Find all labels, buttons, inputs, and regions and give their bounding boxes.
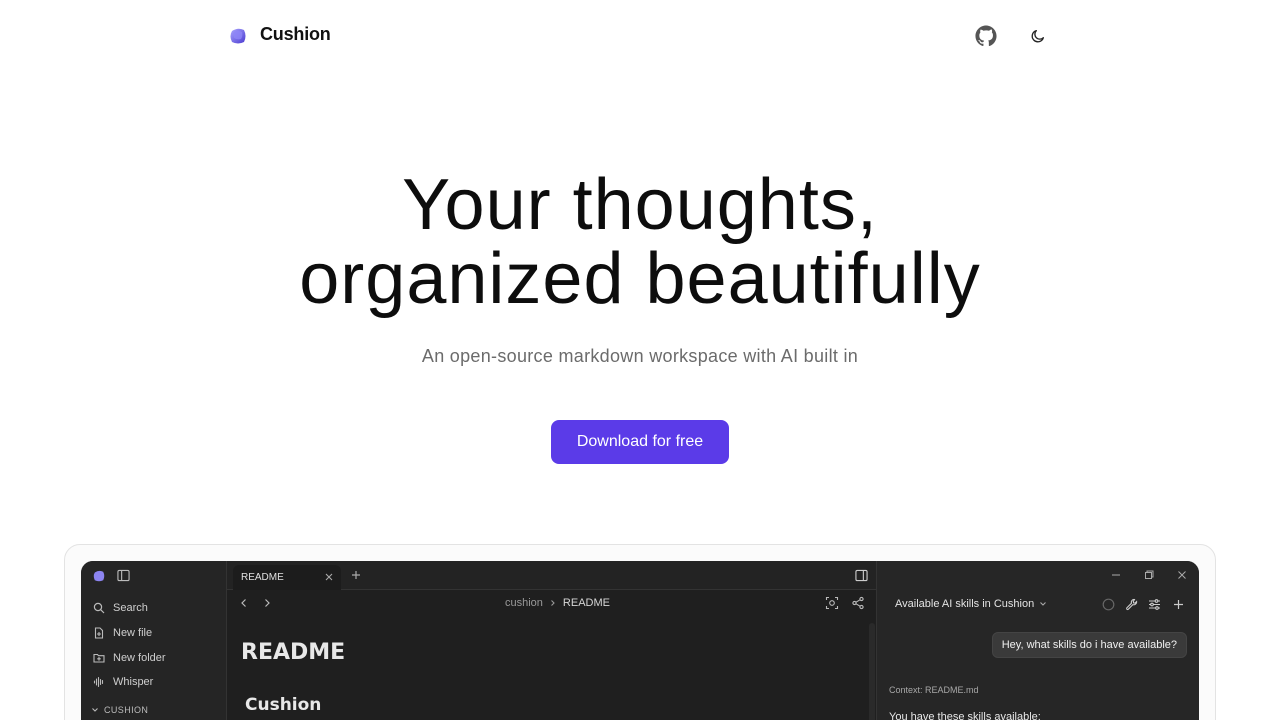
tab-label: README — [241, 572, 284, 583]
hero-subtitle: An open-source markdown workspace with A… — [421, 346, 859, 366]
app-preview: Search New file New folder Whisper CUSHI… — [81, 561, 1199, 720]
sidebar-section-cushion[interactable]: CUSHION — [91, 705, 148, 715]
cushion-logo-icon — [93, 570, 105, 582]
github-icon — [975, 25, 997, 47]
hero-title-line-1: Your thoughts, — [402, 165, 878, 245]
sidebar-item-new-file[interactable]: New file — [93, 623, 152, 643]
sliders-icon[interactable] — [1148, 598, 1161, 611]
share-icon[interactable] — [851, 596, 865, 610]
download-button[interactable]: Download for free — [551, 420, 729, 464]
sidebar-item-label: New file — [113, 627, 153, 639]
brand-name[interactable]: Cushion — [260, 24, 331, 45]
sidebar-item-search[interactable]: Search — [93, 598, 148, 618]
wrench-icon[interactable] — [1125, 598, 1138, 611]
cushion-logo-icon[interactable] — [228, 26, 248, 46]
tab-bar: README — [227, 561, 876, 590]
editor-scrollbar[interactable] — [869, 623, 875, 720]
theme-toggle-button[interactable] — [1026, 24, 1050, 48]
site-header: Cushion — [0, 0, 1280, 72]
document-heading[interactable]: Cushion — [245, 695, 321, 715]
plus-icon[interactable] — [349, 568, 363, 582]
ai-conversation-selector[interactable]: Available AI skills in Cushion — [895, 598, 1047, 610]
minimize-icon[interactable] — [1110, 569, 1122, 581]
sidebar-item-new-folder[interactable]: New folder — [93, 648, 166, 668]
new-chat-plus-icon[interactable] — [1172, 598, 1185, 611]
chevron-down-icon — [92, 708, 98, 712]
editor-navbar: cushion README — [227, 590, 876, 618]
forward-arrow-icon[interactable] — [260, 596, 274, 610]
breadcrumb-root[interactable]: cushion — [505, 597, 543, 609]
user-message-bubble: Hey, what skills do i have available? — [991, 632, 1187, 658]
status-circle-icon[interactable] — [1102, 598, 1115, 611]
github-button[interactable] — [974, 24, 998, 48]
assistant-reply: You have these skills available: — [889, 711, 1041, 720]
sidebar-section-label: CUSHION — [104, 705, 149, 715]
hero-title: Your thoughts, organized beautifully — [0, 168, 1280, 316]
sidebar-item-label: Search — [113, 602, 148, 614]
sidebar-item-label: Whisper — [113, 676, 154, 688]
moon-icon — [1031, 30, 1044, 43]
breadcrumb: cushion README — [505, 597, 610, 609]
ai-panel: Available AI skills in Cushion Hey, what… — [876, 561, 1199, 720]
close-icon[interactable] — [323, 571, 335, 583]
folder-plus-icon — [93, 653, 105, 663]
sidebar-item-label: New folder — [113, 652, 166, 664]
file-plus-icon — [94, 627, 104, 639]
document-title[interactable]: README — [241, 640, 345, 665]
hero-title-line-2: organized beautifully — [299, 239, 981, 319]
screenshot-icon[interactable] — [825, 596, 839, 610]
right-panel-toggle-icon[interactable] — [855, 569, 868, 582]
restore-icon[interactable] — [1143, 569, 1155, 581]
app-sidebar: Search New file New folder Whisper CUSHI… — [81, 561, 227, 720]
breadcrumb-current[interactable]: README — [563, 597, 610, 609]
back-arrow-icon[interactable] — [237, 596, 251, 610]
context-label: Context: README.md — [889, 685, 979, 695]
ai-conversation-title: Available AI skills in Cushion — [895, 598, 1035, 610]
chevron-right-icon — [551, 600, 555, 606]
close-window-icon[interactable] — [1176, 569, 1188, 581]
tab-readme[interactable]: README — [233, 565, 341, 590]
search-icon — [93, 602, 105, 614]
chevron-down-icon — [1040, 602, 1047, 606]
sidebar-toggle-icon[interactable] — [117, 569, 130, 582]
waveform-icon — [93, 676, 104, 688]
sidebar-item-whisper[interactable]: Whisper — [93, 672, 153, 692]
